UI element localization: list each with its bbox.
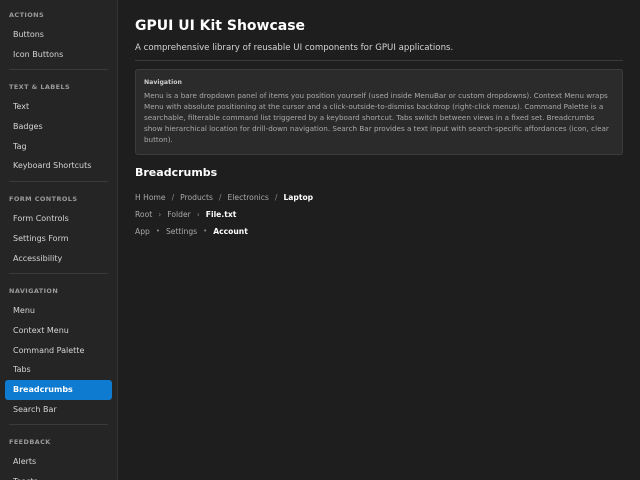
breadcrumb-separator: / — [218, 192, 222, 202]
sidebar-section: TEXT & LABELS Text Badges Tag Keyboard Short… — [5, 73, 112, 176]
breadcrumb-separator: • — [203, 227, 208, 235]
sidebar-item-text[interactable]: Text — [5, 97, 112, 117]
breadcrumb: H Home / Products / Electronics / Laptop — [135, 192, 623, 202]
sidebar-item-icon-buttons[interactable]: Icon Buttons — [5, 45, 112, 65]
sidebar-section: FEEDBACK AlertsToasts — [5, 428, 112, 480]
breadcrumb-separator: › — [158, 209, 162, 219]
breadcrumb-separator: / — [274, 192, 278, 202]
breadcrumb-current: Account — [213, 226, 248, 236]
sidebar-divider — [9, 424, 108, 426]
sidebar-item-buttons[interactable]: Buttons — [5, 25, 112, 45]
sidebar-section-title: ACTIONS — [9, 11, 45, 19]
breadcrumb-examples: H Home / Products / Electronics / Laptop Root › F… — [135, 192, 623, 236]
sidebar-item-search-bar[interactable]: Search Bar — [5, 400, 112, 420]
sidebar-section-title: TEXT & LABELS — [9, 83, 71, 92]
sidebar-item-command-palette[interactable]: Command Palette — [5, 341, 112, 361]
breadcrumb-link[interactable]: App — [135, 227, 150, 236]
sidebar-divider — [9, 181, 108, 183]
page-subtitle: A comprehensive library of reusable UI c… — [135, 43, 623, 61]
breadcrumb-link[interactable]: Electronics — [227, 193, 268, 202]
breadcrumb-link[interactable]: H Home — [135, 193, 166, 202]
breadcrumb-link[interactable]: Settings — [166, 227, 197, 236]
sidebar-item-breadcrumbs[interactable]: Breadcrumbs — [5, 379, 112, 400]
sidebar-item-context-menu[interactable]: Context Menu — [5, 321, 112, 341]
sidebar-section-title: NAVIGATION — [9, 287, 59, 296]
sidebar-item-tabs[interactable]: Tabs — [5, 360, 112, 380]
info-text: Menu is a bare dropdown panel of items y… — [144, 91, 609, 144]
page-title: GPUI UI Kit Showcase — [135, 18, 306, 34]
breadcrumb-current: File.txt — [205, 209, 237, 219]
sidebar-item-alerts[interactable]: Alerts — [5, 452, 112, 472]
breadcrumb-separator: › — [196, 209, 200, 219]
breadcrumb-link[interactable]: Root — [135, 210, 152, 219]
breadcrumb-separator: • — [155, 227, 160, 235]
sidebar-divider — [9, 69, 108, 71]
sidebar-item-accessibility[interactable]: Accessibility — [5, 249, 112, 269]
info-box: Navigation Menu is a bare dropdown panel… — [135, 69, 623, 155]
sidebar-item-badges[interactable]: Badges — [5, 117, 112, 137]
sidebar-section: ACTIONS Buttons Icon Buttons — [5, 6, 112, 64]
sidebar-item-tag[interactable]: Tag — [5, 137, 112, 157]
info-title: Navigation — [144, 79, 182, 86]
breadcrumb-separator: / — [171, 192, 175, 202]
sidebar-item-menu[interactable]: Menu — [5, 301, 112, 321]
sidebar-divider — [9, 273, 108, 275]
breadcrumb-current: Laptop — [283, 192, 314, 202]
sidebar-section: FORM CONTROLS Form Controls Settings Form A… — [5, 185, 112, 268]
breadcrumb-link[interactable]: Products — [180, 193, 213, 202]
breadcrumb-link[interactable]: Folder — [167, 210, 190, 219]
sidebar-item-form-controls[interactable]: Form Controls — [5, 209, 112, 229]
sidebar-item-keyboard-shortcuts[interactable]: Keyboard Shortcuts — [5, 156, 112, 176]
sidebar: ACTIONS Buttons Icon Buttons TEXT & LABELS T… — [0, 0, 118, 480]
breadcrumb: App • Settings • Account — [135, 226, 623, 236]
sidebar-section-title: FORM CONTROLS — [9, 195, 78, 204]
breadcrumbs-heading: Breadcrumbs — [135, 166, 218, 179]
sidebar-section-title: FEEDBACK — [9, 438, 51, 447]
sidebar-section: NAVIGATION Menu Context Menu Command Palett… — [5, 277, 112, 419]
sidebar-item-settings-form[interactable]: Settings Form — [5, 229, 112, 249]
sidebar-item-toasts[interactable]: Toasts — [5, 472, 112, 480]
main-content: GPUI UI Kit Showcase A comprehensive lib… — [118, 0, 640, 480]
breadcrumb: Root › Folder › File.txt — [135, 209, 623, 219]
